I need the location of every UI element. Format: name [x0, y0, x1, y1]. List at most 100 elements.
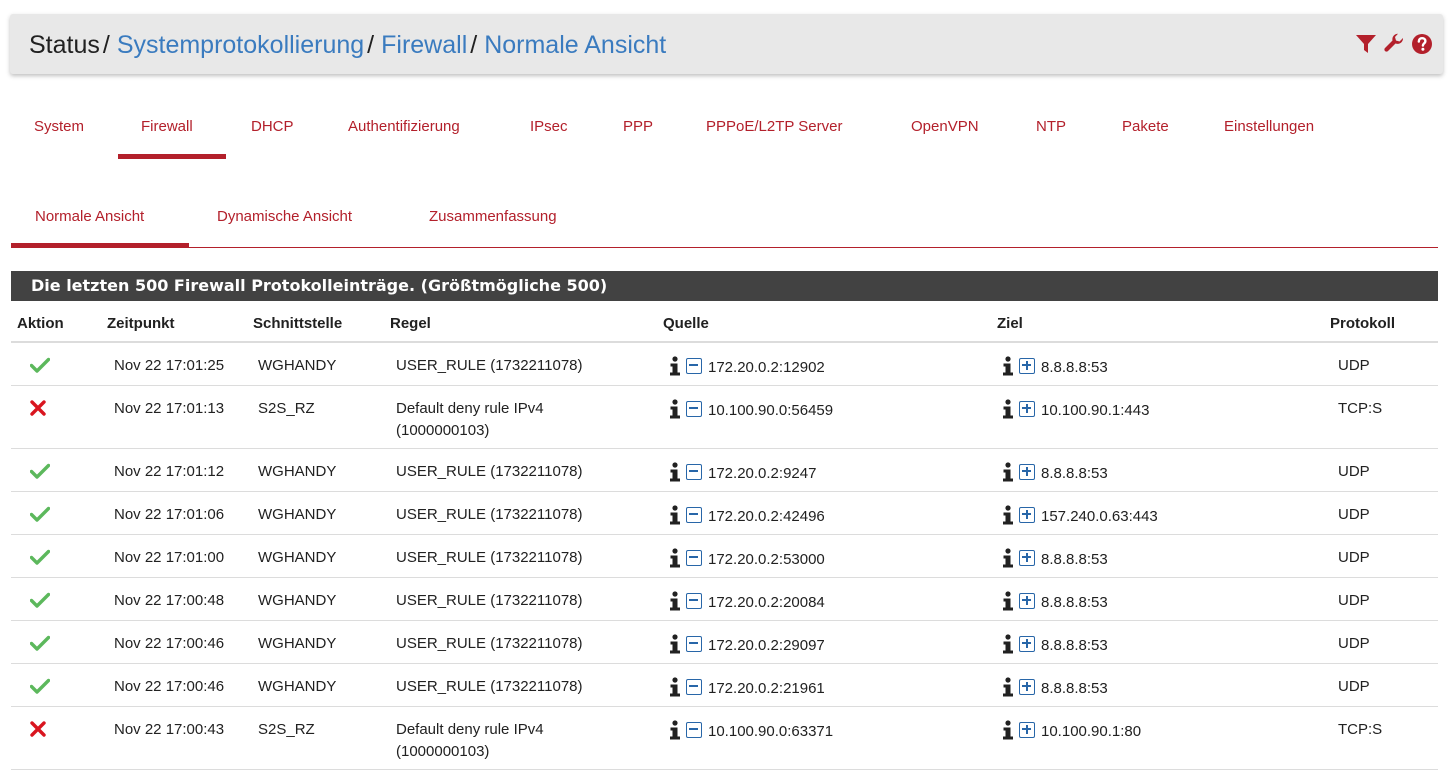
col-header-zeitpunkt[interactable]: Zeitpunkt: [107, 315, 175, 332]
minus-box-icon[interactable]: [686, 721, 702, 738]
source-address[interactable]: 172.20.0.2:53000: [708, 551, 825, 568]
tab-authentifizierung[interactable]: Authentifizierung: [348, 118, 460, 135]
tab-ppp[interactable]: PPP: [623, 118, 653, 135]
tab-einstellungen[interactable]: Einstellungen: [1224, 118, 1314, 135]
info-icon[interactable]: [1001, 355, 1015, 376]
info-icon[interactable]: [668, 355, 682, 376]
minus-box-icon[interactable]: [686, 549, 702, 566]
destination-address[interactable]: 8.8.8.8:53: [1041, 465, 1108, 482]
plus-box-icon[interactable]: [1019, 635, 1035, 652]
pass-check-icon[interactable]: [29, 463, 51, 484]
pass-check-icon[interactable]: [29, 357, 51, 378]
info-icon[interactable]: [668, 719, 682, 740]
pass-check-icon[interactable]: [29, 678, 51, 699]
plus-box-icon[interactable]: [1019, 549, 1035, 566]
source-address[interactable]: 172.20.0.2:9247: [708, 465, 816, 482]
destination-address[interactable]: 8.8.8.8:53: [1041, 359, 1108, 376]
destination-address[interactable]: 10.100.90.1:443: [1041, 402, 1149, 419]
plus-box-icon[interactable]: [1019, 400, 1035, 417]
info-icon[interactable]: [668, 633, 682, 654]
cell-regel[interactable]: USER_RULE (1732211078): [396, 461, 636, 483]
minus-box-icon[interactable]: [686, 506, 702, 523]
block-x-icon[interactable]: [30, 400, 46, 421]
filter-icon[interactable]: [1355, 33, 1377, 55]
tab-ntp[interactable]: NTP: [1036, 118, 1066, 135]
subtab-dynamische-ansicht[interactable]: Dynamische Ansicht: [217, 208, 352, 225]
plus-box-icon[interactable]: [1019, 357, 1035, 374]
col-header-aktion[interactable]: Aktion: [17, 315, 64, 332]
subtab-normale-ansicht[interactable]: Normale Ansicht: [35, 208, 144, 225]
pass-check-icon[interactable]: [29, 635, 51, 656]
cell-regel[interactable]: Default deny rule IPv4 (1000000103): [396, 719, 636, 763]
pass-check-icon[interactable]: [29, 592, 51, 613]
col-header-quelle[interactable]: Quelle: [663, 315, 709, 332]
plus-box-icon[interactable]: [1019, 678, 1035, 695]
info-icon[interactable]: [668, 590, 682, 611]
info-icon[interactable]: [1001, 461, 1015, 482]
source-address[interactable]: 172.20.0.2:42496: [708, 508, 825, 525]
source-address[interactable]: 10.100.90.0:63371: [708, 723, 833, 740]
minus-box-icon[interactable]: [686, 400, 702, 417]
destination-address[interactable]: 8.8.8.8:53: [1041, 551, 1108, 568]
info-icon[interactable]: [1001, 504, 1015, 525]
block-x-icon[interactable]: [30, 721, 46, 742]
source-address[interactable]: 172.20.0.2:29097: [708, 637, 825, 654]
destination-address[interactable]: 8.8.8.8:53: [1041, 680, 1108, 697]
tab-openvpn[interactable]: OpenVPN: [911, 118, 979, 135]
wrench-icon[interactable]: [1383, 33, 1405, 55]
tab-system[interactable]: System: [34, 118, 84, 135]
cell-regel[interactable]: Default deny rule IPv4 (1000000103): [396, 398, 636, 442]
help-icon[interactable]: [1411, 33, 1433, 55]
minus-box-icon[interactable]: [686, 463, 702, 480]
plus-box-icon[interactable]: [1019, 721, 1035, 738]
info-icon[interactable]: [668, 398, 682, 419]
destination-address[interactable]: 10.100.90.1:80: [1041, 723, 1141, 740]
col-header-protokoll[interactable]: Protokoll: [1330, 315, 1395, 332]
breadcrumb-status: Status: [29, 31, 100, 59]
minus-box-icon[interactable]: [686, 678, 702, 695]
destination-address[interactable]: 8.8.8.8:53: [1041, 637, 1108, 654]
subtab-zusammenfassung[interactable]: Zusammenfassung: [429, 208, 557, 225]
plus-box-icon[interactable]: [1019, 592, 1035, 609]
tab-pakete[interactable]: Pakete: [1122, 118, 1169, 135]
destination-address[interactable]: 8.8.8.8:53: [1041, 594, 1108, 611]
destination-address[interactable]: 157.240.0.63:443: [1041, 508, 1158, 525]
info-icon[interactable]: [668, 547, 682, 568]
plus-box-icon[interactable]: [1019, 506, 1035, 523]
pass-check-icon[interactable]: [29, 549, 51, 570]
breadcrumb-link-normale-ansicht[interactable]: Normale Ansicht: [484, 31, 666, 59]
info-icon[interactable]: [1001, 398, 1015, 419]
tab-ipsec[interactable]: IPsec: [530, 118, 568, 135]
col-header-schnittstelle[interactable]: Schnittstelle: [253, 315, 342, 332]
cell-regel[interactable]: USER_RULE (1732211078): [396, 676, 636, 698]
source-address[interactable]: 172.20.0.2:21961: [708, 680, 825, 697]
source-address[interactable]: 172.20.0.2:20084: [708, 594, 825, 611]
minus-box-icon[interactable]: [686, 635, 702, 652]
source-address[interactable]: 172.20.0.2:12902: [708, 359, 825, 376]
col-header-regel[interactable]: Regel: [390, 315, 431, 332]
info-icon[interactable]: [1001, 676, 1015, 697]
plus-box-icon[interactable]: [1019, 463, 1035, 480]
tab-firewall[interactable]: Firewall: [141, 118, 193, 135]
cell-regel[interactable]: USER_RULE (1732211078): [396, 633, 636, 655]
minus-box-icon[interactable]: [686, 357, 702, 374]
info-icon[interactable]: [1001, 633, 1015, 654]
cell-regel[interactable]: USER_RULE (1732211078): [396, 355, 636, 377]
info-icon[interactable]: [668, 504, 682, 525]
breadcrumb-link-systemprotokollierung[interactable]: Systemprotokollierung: [117, 31, 364, 59]
info-icon[interactable]: [1001, 547, 1015, 568]
cell-regel[interactable]: USER_RULE (1732211078): [396, 504, 636, 526]
minus-box-icon[interactable]: [686, 592, 702, 609]
info-icon[interactable]: [668, 676, 682, 697]
cell-regel[interactable]: USER_RULE (1732211078): [396, 547, 636, 569]
pass-check-icon[interactable]: [29, 506, 51, 527]
breadcrumb-link-firewall[interactable]: Firewall: [381, 31, 467, 59]
cell-regel[interactable]: USER_RULE (1732211078): [396, 590, 636, 612]
info-icon[interactable]: [1001, 590, 1015, 611]
info-icon[interactable]: [1001, 719, 1015, 740]
source-address[interactable]: 10.100.90.0:56459: [708, 402, 833, 419]
tab-pppoe-l2tp-server[interactable]: PPPoE/L2TP Server: [706, 118, 842, 135]
info-icon[interactable]: [668, 461, 682, 482]
col-header-ziel[interactable]: Ziel: [997, 315, 1023, 332]
tab-dhcp[interactable]: DHCP: [251, 118, 294, 135]
